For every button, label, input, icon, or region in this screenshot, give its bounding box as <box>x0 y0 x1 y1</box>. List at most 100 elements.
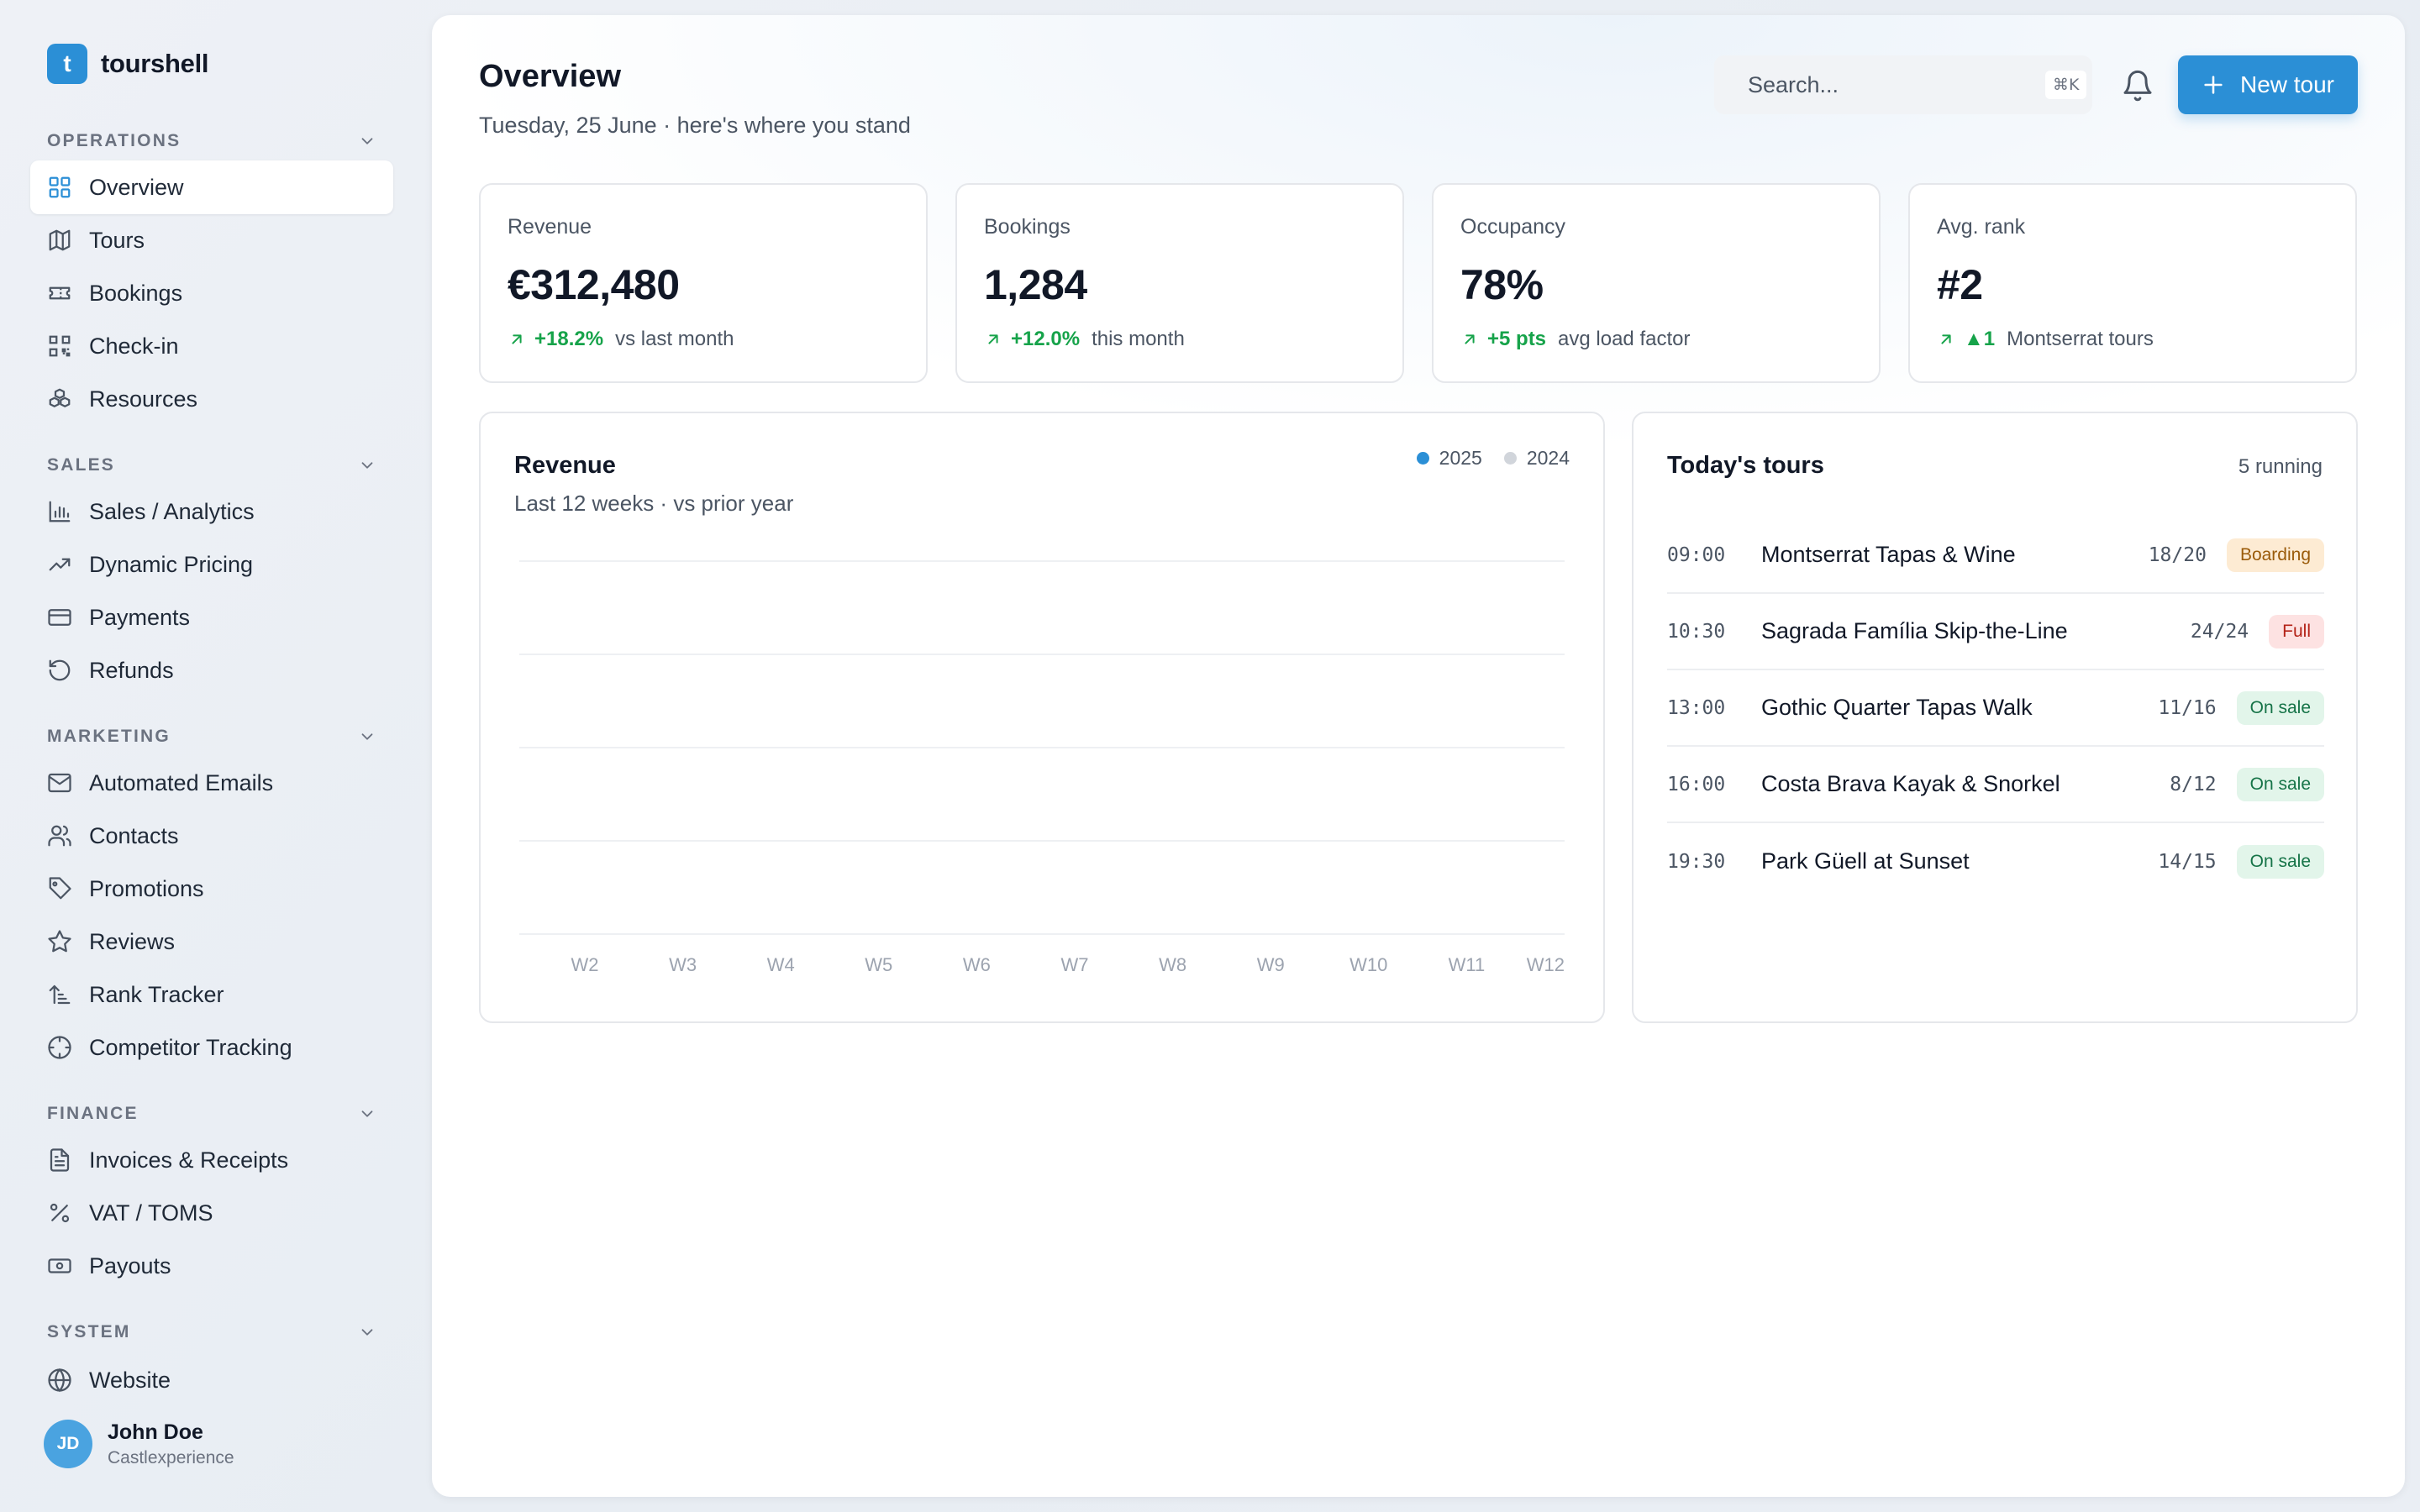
x-tick-label: W10 <box>1349 954 1387 975</box>
search-shortcut: ⌘K <box>2045 71 2087 99</box>
tour-name: Montserrat Tapas & Wine <box>1761 542 2016 567</box>
main-panel: Overview Tuesday, 25 June · here's where… <box>432 15 2405 1497</box>
file-text-icon <box>50 1148 70 1172</box>
sidebar-item-payouts[interactable]: Payouts <box>30 1239 393 1293</box>
section-operations[interactable]: OPERATIONS <box>47 124 376 158</box>
section-sales[interactable]: SALES <box>47 449 376 482</box>
revenue-chart-card: Revenue Last 12 weeks · vs prior year 20… <box>479 412 1605 1023</box>
kpi-label: Bookings <box>984 215 1071 239</box>
sidebar-item-label: Competitor Tracking <box>89 1034 292 1060</box>
tour-row[interactable]: 10:30 Sagrada Família Skip-the-Line 24/2… <box>1667 594 2324 670</box>
kpi-card-occupancy: Occupancy 78% +5 pts avg load factor <box>1432 183 1881 383</box>
arrow-up-right-icon <box>512 334 522 344</box>
kpi-delta: ▲1 Montserrat tours <box>1937 328 2154 351</box>
sidebar-item-rank-tracker[interactable]: Rank Tracker <box>30 968 393 1021</box>
x-tick-label: W5 <box>865 954 892 975</box>
sidebar-item-bookings[interactable]: Bookings <box>30 266 393 320</box>
ticket-icon <box>49 286 71 300</box>
sidebar-item-resources[interactable]: Resources <box>30 372 393 426</box>
user-profile[interactable]: JD John Doe Castlexperience <box>44 1420 234 1468</box>
x-tick-label: W3 <box>669 954 697 975</box>
x-tick-label: W6 <box>963 954 991 975</box>
tour-row[interactable]: 09:00 Montserrat Tapas & Wine 18/20 Boar… <box>1667 517 2324 594</box>
todays-tours-card: Today's tours 5 running 09:00 Montserrat… <box>1632 412 2358 1023</box>
sidebar-item-label: VAT / TOMS <box>89 1200 213 1226</box>
sidebar-item-contacts[interactable]: Contacts <box>30 809 393 863</box>
sidebar-item-invoices-receipts[interactable]: Invoices & Receipts <box>30 1133 393 1187</box>
section-title: SYSTEM <box>47 1322 131 1341</box>
globe-icon <box>48 1368 71 1393</box>
trending-up-icon <box>49 558 71 571</box>
search-box[interactable]: ⌘K <box>1714 55 2092 114</box>
brand[interactable]: t tourshell <box>47 44 209 84</box>
sidebar-item-automated-emails[interactable]: Automated Emails <box>30 756 393 810</box>
kpi-label: Revenue <box>508 215 592 239</box>
arrow-up-right-icon <box>1941 334 1951 344</box>
tour-capacity: 24/24 <box>2190 620 2249 643</box>
status-badge: On sale <box>2236 690 2324 725</box>
tour-name: Gothic Quarter Tapas Walk <box>1761 695 2033 720</box>
sidebar-item-payments[interactable]: Payments <box>30 591 393 644</box>
kpi-value: 78% <box>1460 261 1544 308</box>
search-input[interactable] <box>1748 71 2045 98</box>
sidebar-item-website[interactable]: Website <box>30 1353 393 1407</box>
x-tick-label: W11 <box>1449 954 1486 975</box>
sidebar-item-label: Promotions <box>89 875 204 901</box>
tour-time: 13:00 <box>1667 696 1726 719</box>
sidebar-item-check-in[interactable]: Check-in <box>30 319 393 373</box>
chevron-down-icon <box>361 1329 373 1336</box>
section-finance[interactable]: FINANCE <box>47 1097 376 1131</box>
tour-name: Costa Brava Kayak & Snorkel <box>1761 771 2060 796</box>
plus-icon <box>2204 76 2223 94</box>
section-marketing[interactable]: MARKETING <box>47 720 376 753</box>
tour-capacity: 8/12 <box>2170 773 2217 795</box>
tour-row[interactable]: 16:00 Costa Brava Kayak & Snorkel 8/12 O… <box>1667 747 2324 823</box>
sidebar-item-label: Contacts <box>89 822 179 848</box>
sidebar-item-overview[interactable]: Overview <box>30 160 393 214</box>
page-title: Overview <box>479 59 621 94</box>
section-system[interactable]: SYSTEM <box>47 1315 376 1349</box>
bell-icon[interactable] <box>2121 69 2154 102</box>
sidebar-item-label: Reviews <box>89 928 176 954</box>
x-tick-label: W7 <box>1061 954 1089 975</box>
status-badge: On sale <box>2236 767 2324 801</box>
new-tour-label: New tour <box>2239 71 2335 97</box>
tour-row[interactable]: 13:00 Gothic Quarter Tapas Walk 11/16 On… <box>1667 670 2324 747</box>
status-badge: On sale <box>2236 844 2324 879</box>
user-name: John Doe <box>108 1420 203 1444</box>
tour-time: 09:00 <box>1667 543 1726 566</box>
sidebar-item-competitor-tracking[interactable]: Competitor Tracking <box>30 1021 393 1074</box>
sidebar-item-dynamic-pricing[interactable]: Dynamic Pricing <box>30 538 393 591</box>
sidebar-item-label: Automated Emails <box>89 769 274 795</box>
sidebar-item-sales-analytics[interactable]: Sales / Analytics <box>30 485 393 538</box>
tour-time: 10:30 <box>1667 620 1726 643</box>
x-tick-label: W4 <box>767 954 795 975</box>
section-title: SALES <box>47 455 116 475</box>
status-badge: Full <box>2269 614 2324 648</box>
tour-row[interactable]: 19:30 Park Güell at Sunset 14/15 On sale <box>1667 823 2324 900</box>
sidebar-item-label: Rank Tracker <box>89 981 224 1007</box>
kpi-delta-value: ▲1 <box>1964 328 1996 350</box>
sidebar-item-tours[interactable]: Tours <box>30 213 393 267</box>
kpi-delta-value: +5 pts <box>1487 328 1547 350</box>
chevron-down-icon <box>361 1110 373 1117</box>
sidebar-item-label: Bookings <box>89 280 183 306</box>
user-org: Castlexperience <box>108 1447 234 1467</box>
new-tour-button[interactable]: New tour <box>2178 55 2358 114</box>
sidebar-item-label: Dynamic Pricing <box>89 551 254 577</box>
brand-name: tourshell <box>101 49 209 78</box>
revenue-chart: W2 W3 W4 W5 W6 W7 W8 W9 W10 W11 W12 <box>519 560 1565 975</box>
sidebar-item-label: Tours <box>89 227 145 253</box>
kpi-delta: +5 pts avg load factor <box>1460 328 1690 351</box>
tour-capacity: 14/15 <box>2158 850 2217 873</box>
sidebar-item-promotions[interactable]: Promotions <box>30 862 393 916</box>
sidebar-item-refunds[interactable]: Refunds <box>30 643 393 697</box>
sidebar-item-vat-toms[interactable]: VAT / TOMS <box>30 1186 393 1240</box>
kpi-label: Avg. rank <box>1937 215 2026 239</box>
tour-capacity: 18/20 <box>2148 543 2207 566</box>
sidebar-item-reviews[interactable]: Reviews <box>30 915 393 969</box>
sidebar: t tourshell OPERATIONS Overview Tours Bo… <box>0 0 430 1512</box>
sort-icon <box>49 984 71 1005</box>
grid-icon <box>49 176 71 198</box>
tours-count: 5 running <box>2238 455 2323 478</box>
